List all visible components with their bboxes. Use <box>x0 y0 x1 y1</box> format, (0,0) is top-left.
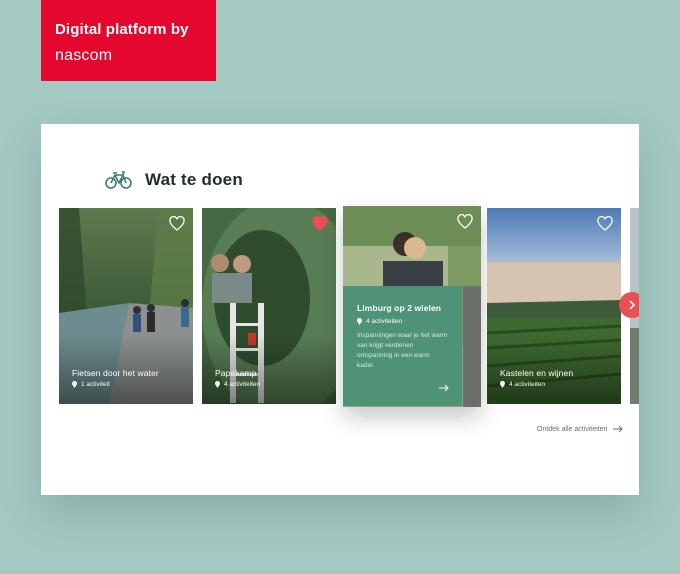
tile-count: 4 activiteiten <box>357 318 448 325</box>
location-pin-icon <box>215 381 220 388</box>
discover-all-link[interactable]: Ontdek alle activiteiten <box>537 425 624 433</box>
tile-title: Papakamp <box>215 368 257 378</box>
chevron-right-icon <box>629 300 636 310</box>
tile-count-text: 4 activiteiten <box>509 381 546 388</box>
tile-title: Limburg op 2 wielen <box>357 303 442 313</box>
brand-badge: Digital platform by nascom <box>41 0 216 81</box>
activity-tile-limburg-featured[interactable]: Limburg op 2 wielen 4 activiteiten Inspa… <box>343 206 481 407</box>
tile-count-text: 4 activiteiten <box>224 381 261 388</box>
tile-description: Inspanningen waar je het warm van krijgt… <box>357 332 448 369</box>
favorite-heart-icon[interactable] <box>312 216 328 231</box>
arrow-right-icon[interactable] <box>439 384 449 392</box>
featured-info-panel: Limburg op 2 wielen 4 activiteiten Inspa… <box>343 286 462 406</box>
section-header: Wat te doen <box>105 168 243 192</box>
tile-title: Kastelen en wijnen <box>500 368 574 378</box>
tile-count: 4 activiteiten <box>500 381 545 388</box>
brand-tagline: Digital platform by <box>55 21 189 38</box>
location-pin-icon <box>500 381 505 388</box>
favorite-heart-icon[interactable] <box>457 214 473 229</box>
favorite-heart-icon[interactable] <box>169 216 185 231</box>
brand-logo: nascom <box>55 47 113 64</box>
favorite-heart-icon[interactable] <box>597 216 613 231</box>
location-pin-icon <box>357 318 362 325</box>
section-title: Wat te doen <box>145 170 243 189</box>
location-pin-icon <box>72 381 77 388</box>
tile-count: 1 activiteit <box>72 381 110 388</box>
activities-card: Wat te doen Fietsen door het water 1 act… <box>41 124 639 495</box>
tile-count: 4 activiteiten <box>215 381 260 388</box>
activity-tile-castles-wines[interactable]: Kastelen en wijnen 4 activiteiten <box>487 208 621 404</box>
discover-all-label: Ontdek alle activiteiten <box>537 425 608 433</box>
carousel-next-button[interactable] <box>619 292 639 318</box>
bicycle-icon <box>105 171 132 189</box>
activity-tile-papakamp[interactable]: Papakamp 4 activiteiten <box>202 208 336 404</box>
tile-count-text: 1 activiteit <box>81 381 110 388</box>
arrow-right-icon <box>613 425 624 433</box>
tile-count-text: 4 activiteiten <box>366 318 403 325</box>
activity-tile-cycling-water[interactable]: Fietsen door het water 1 activiteit <box>59 208 193 404</box>
tile-title: Fietsen door het water <box>72 368 159 378</box>
